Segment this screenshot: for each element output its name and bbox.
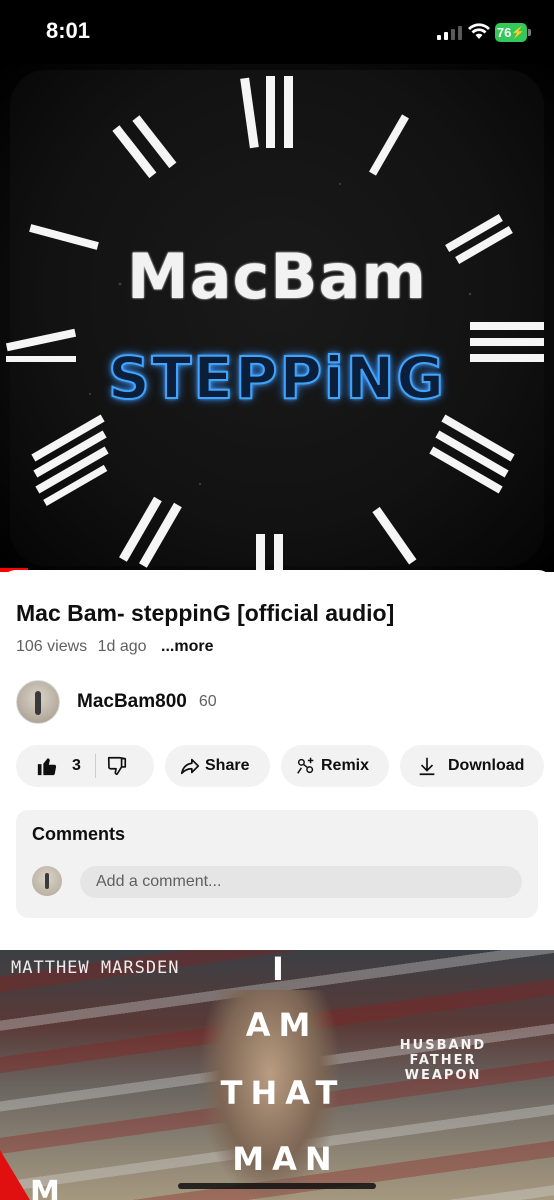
channel-name[interactable]: MacBam800 xyxy=(77,691,187,713)
like-count: 3 xyxy=(72,757,81,774)
album-art-subtitle: STEPPiNG xyxy=(107,343,446,413)
thumbnail-title-line-4: MAN xyxy=(232,1140,340,1178)
thumbnail-corner-letter: M xyxy=(30,1175,60,1200)
download-icon xyxy=(419,757,435,776)
video-meta[interactable]: 106 views 1d ago ...more xyxy=(16,638,219,656)
share-label: Share xyxy=(205,757,250,774)
upload-age: 1d ago xyxy=(97,638,147,655)
thumbnail-title-line-1: I xyxy=(272,950,292,988)
channel-avatar[interactable] xyxy=(16,680,60,724)
clock-numerals-art xyxy=(5,76,544,572)
share-icon xyxy=(180,758,200,775)
battery-level: 76 xyxy=(496,25,512,40)
status-bar: 8:01 76 ⚡ xyxy=(0,0,554,64)
remix-button[interactable]: Remix xyxy=(281,745,389,787)
comments-header: Comments xyxy=(32,824,126,844)
remix-icon xyxy=(297,757,314,774)
wifi-icon xyxy=(468,23,490,39)
comments-section[interactable]: Comments Add a comment... xyxy=(16,810,538,918)
user-avatar xyxy=(32,866,62,896)
share-button[interactable]: Share xyxy=(165,745,270,787)
video-player[interactable]: MacBam STEPPiNG xyxy=(0,64,554,572)
thumbnail-title-line-2: AM xyxy=(245,1006,319,1044)
thumbnail-author: MATTHEW MARSDEN xyxy=(11,958,180,978)
thumbs-down-icon xyxy=(107,756,126,776)
download-label: Download xyxy=(448,757,525,774)
subscriber-count: 60 xyxy=(198,693,217,710)
download-button[interactable]: Download xyxy=(400,745,544,787)
cellular-signal-icon xyxy=(437,26,462,40)
video-info-panel: Mac Bam- steppinG [official audio] 106 v… xyxy=(0,570,554,950)
more-link[interactable]: ...more xyxy=(161,638,213,655)
video-title[interactable]: Mac Bam- steppinG [official audio] xyxy=(16,600,394,627)
remix-label: Remix xyxy=(321,757,370,774)
like-button[interactable]: 3 xyxy=(36,755,81,777)
thumbnail-title-line-3: THAT xyxy=(220,1074,346,1112)
like-dislike-group: 3 xyxy=(16,745,154,787)
thumbnail-tagline: HUSBAND FATHER WEAPON xyxy=(399,1038,487,1083)
next-video-thumbnail[interactable]: MATTHEW MARSDEN I AM THAT MAN HUSBAND FA… xyxy=(0,950,554,1200)
battery-cap xyxy=(528,29,531,36)
add-comment-input[interactable]: Add a comment... xyxy=(80,866,522,898)
battery-icon: 76 ⚡ xyxy=(495,23,527,42)
status-time: 8:01 xyxy=(46,18,91,43)
view-count: 106 views xyxy=(16,638,88,655)
like-divider xyxy=(94,754,96,778)
dislike-button[interactable] xyxy=(106,755,128,777)
album-art-title: MacBam xyxy=(127,240,427,313)
home-indicator[interactable] xyxy=(178,1183,376,1189)
thumbnail-corner-badge xyxy=(0,1150,30,1200)
thumbs-up-icon xyxy=(37,758,57,776)
channel-row[interactable]: MacBam800 60 xyxy=(16,680,217,724)
